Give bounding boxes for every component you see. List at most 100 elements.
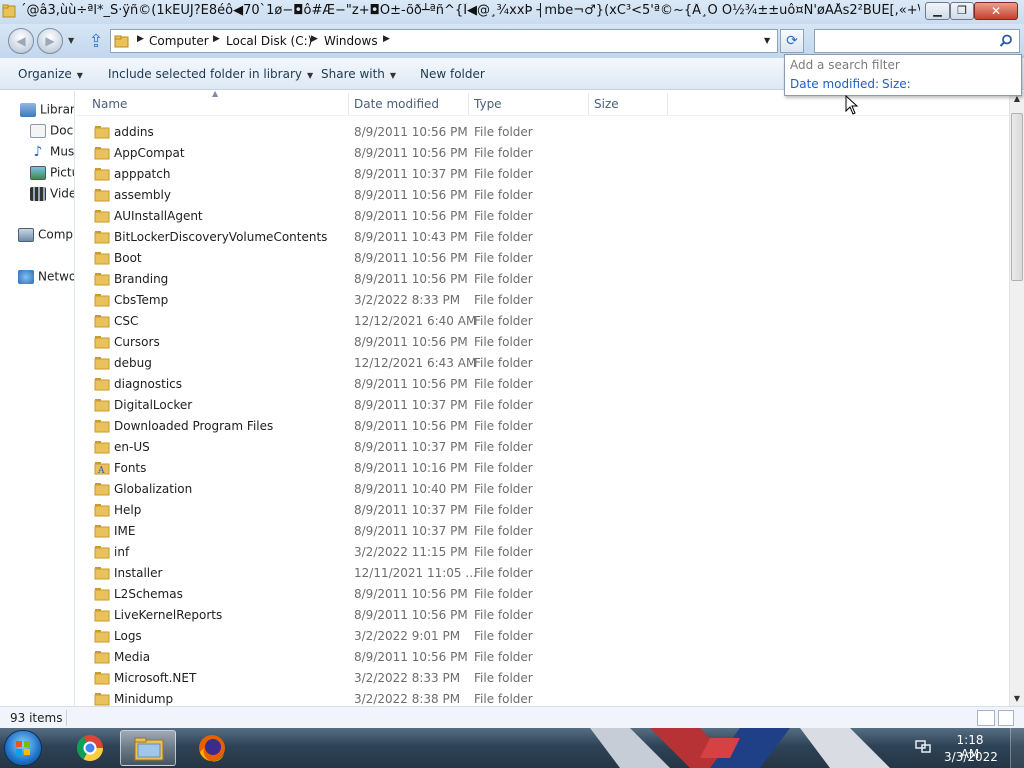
back-button[interactable]: ◀ (8, 28, 34, 54)
share-with-menu[interactable]: Share with ▼ (321, 67, 396, 81)
network-status-icon[interactable] (914, 739, 932, 755)
file-row[interactable]: L2Schemas 8/9/2011 10:56 PM File folder (76, 584, 1009, 605)
organize-menu[interactable]: Organize ▼ (18, 67, 83, 81)
file-row[interactable]: debug 12/12/2021 6:43 AM File folder (76, 353, 1009, 374)
nav-item-videos[interactable]: Vide (30, 186, 74, 201)
nav-item-computer[interactable]: Comp (18, 227, 73, 242)
file-row[interactable]: Help 8/9/2011 10:37 PM File folder (76, 500, 1009, 521)
file-row[interactable]: Microsoft.NET 3/2/2022 8:33 PM File folder (76, 668, 1009, 689)
file-row[interactable]: Boot 8/9/2011 10:56 PM File folder (76, 248, 1009, 269)
nav-item-music[interactable]: ♪ Mus (30, 144, 74, 159)
search-input[interactable] (819, 33, 999, 49)
file-row[interactable]: LiveKernelReports 8/9/2011 10:56 PM File f… (76, 605, 1009, 626)
breadcrumb-separator-icon[interactable]: ▶ (213, 34, 220, 44)
file-row[interactable]: Branding 8/9/2011 10:56 PM File folder (76, 269, 1009, 290)
file-row[interactable]: addins 8/9/2011 10:56 PM File folder (76, 122, 1009, 143)
forward-button[interactable]: ▶ (37, 28, 63, 54)
windows-logo-icon (16, 741, 30, 755)
column-header-name[interactable]: Name (92, 97, 127, 111)
nav-label-libraries: Librari (40, 102, 75, 117)
column-header-type[interactable]: Type (474, 97, 502, 111)
file-type: File folder (474, 293, 533, 307)
nav-item-network[interactable]: Netwo (18, 269, 74, 284)
search-icon[interactable] (999, 34, 1013, 48)
breadcrumb-separator-icon[interactable]: ▶ (383, 34, 390, 44)
column-divider[interactable] (468, 93, 469, 115)
clock-date[interactable]: 3/3/2022 (944, 750, 998, 764)
maximize-button[interactable]: ❐ (950, 2, 974, 20)
file-name: assembly (114, 188, 171, 202)
file-name: Microsoft.NET (114, 671, 197, 685)
folder-icon (2, 4, 16, 18)
details-view-icon[interactable] (977, 710, 995, 726)
breadcrumb-separator-icon[interactable]: ▶ (311, 34, 318, 44)
search-box[interactable] (814, 29, 1020, 53)
column-divider[interactable] (667, 93, 668, 115)
breadcrumb-computer[interactable]: Computer (149, 34, 209, 48)
chrome-icon (76, 735, 104, 762)
size-filter-link[interactable]: Size: (882, 77, 911, 91)
file-type: File folder (474, 230, 533, 244)
file-row[interactable]: Globalization 8/9/2011 10:40 PM File folde… (76, 479, 1009, 500)
desktop-wallpaper-art (590, 728, 890, 768)
column-divider[interactable] (588, 93, 589, 115)
file-row[interactable]: AppCompat 8/9/2011 10:56 PM File folder (76, 143, 1009, 164)
file-row[interactable]: BitLockerDiscoveryVolumeContents 8/9/2011… (76, 227, 1009, 248)
breadcrumb-windows[interactable]: Windows (324, 34, 378, 48)
taskbar-firefox-button[interactable] (184, 730, 240, 766)
file-row[interactable]: AUInstallAgent 8/9/2011 10:56 PM File fold… (76, 206, 1009, 227)
scrollbar-thumb[interactable] (1011, 113, 1023, 281)
nav-item-pictures[interactable]: Pictu (30, 165, 74, 180)
file-row[interactable]: Installer 12/11/2021 11:05 ... File folder (76, 563, 1009, 584)
include-in-library-menu[interactable]: Include selected folder in library ▼ (108, 67, 313, 81)
file-row[interactable]: Cursors 8/9/2011 10:56 PM File folder (76, 332, 1009, 353)
file-row[interactable]: assembly 8/9/2011 10:56 PM File folder (76, 185, 1009, 206)
file-row[interactable]: CSC 12/12/2021 6:40 AM File folder (76, 311, 1009, 332)
taskbar-explorer-button[interactable] (120, 730, 176, 766)
column-header-date-modified[interactable]: Date modified (354, 97, 439, 111)
file-row[interactable]: IME 8/9/2011 10:37 PM File folder (76, 521, 1009, 542)
new-folder-button[interactable]: New folder (420, 67, 485, 81)
address-dropdown-icon[interactable]: ▼ (764, 36, 770, 45)
file-name: Installer (114, 566, 163, 580)
file-row[interactable]: Minidump 3/2/2022 8:38 PM File folder (76, 689, 1009, 706)
file-row[interactable]: Logs 3/2/2022 9:01 PM File folder (76, 626, 1009, 647)
file-row[interactable]: diagnostics 8/9/2011 10:56 PM File folder (76, 374, 1009, 395)
close-button[interactable]: ✕ (974, 2, 1018, 20)
sort-ascending-icon: ▲ (212, 91, 219, 98)
recent-pages-dropdown-icon[interactable]: ▼ (68, 36, 74, 45)
file-row[interactable]: en-US 8/9/2011 10:37 PM File folder (76, 437, 1009, 458)
search-filter-popup: Add a search filter Date modified: Size: (784, 54, 1022, 96)
column-header-size[interactable]: Size (594, 97, 619, 111)
taskbar-chrome-button[interactable] (62, 730, 118, 766)
file-row[interactable]: Downloaded Program Files 8/9/2011 10:56 P… (76, 416, 1009, 437)
breadcrumb-local-disk[interactable]: Local Disk (C:) (226, 34, 312, 48)
vertical-scrollbar[interactable]: ▲ ▼ (1009, 91, 1024, 706)
folder-icon (94, 336, 110, 349)
column-divider[interactable] (348, 93, 349, 115)
minimize-button[interactable]: ▁ (925, 2, 950, 20)
large-icons-view-icon[interactable] (998, 710, 1014, 726)
show-desktop-button[interactable] (1010, 728, 1024, 768)
file-row[interactable]: inf 3/2/2022 11:15 PM File folder (76, 542, 1009, 563)
nav-item-libraries[interactable]: Librari (20, 102, 75, 117)
folder-icon (94, 546, 110, 559)
file-row[interactable]: A Fonts 8/9/2011 10:16 PM File folder (76, 458, 1009, 479)
file-date-modified: 8/9/2011 10:56 PM (354, 419, 468, 433)
breadcrumb-separator-icon[interactable]: ▶ (137, 34, 144, 44)
refresh-button[interactable]: ⟳ (780, 29, 804, 53)
file-row[interactable]: Media 8/9/2011 10:56 PM File folder (76, 647, 1009, 668)
start-button[interactable] (4, 730, 42, 766)
nav-item-documents[interactable]: Doc (30, 123, 73, 138)
date-modified-filter-link[interactable]: Date modified: (790, 77, 879, 91)
file-row[interactable]: apppatch 8/9/2011 10:37 PM File folder (76, 164, 1009, 185)
file-row[interactable]: CbsTemp 3/2/2022 8:33 PM File folder (76, 290, 1009, 311)
file-type: File folder (474, 461, 533, 475)
file-date-modified: 8/9/2011 10:37 PM (354, 167, 468, 181)
up-folder-icon[interactable]: ⇪ (86, 32, 106, 52)
file-name: BitLockerDiscoveryVolumeContents (114, 230, 328, 244)
address-bar[interactable]: ▶ Computer ▶ Local Disk (C:) ▶ Windows ▶… (110, 29, 778, 53)
file-row[interactable]: DigitalLocker 8/9/2011 10:37 PM File folde… (76, 395, 1009, 416)
title-bar: ´@â3,ùù÷ªl*_S·ÿñ©(1kËUJ?Ë8éô◀70`1ø−◘ô#Æ−… (0, 0, 1024, 24)
scroll-down-icon[interactable]: ▼ (1010, 691, 1024, 706)
